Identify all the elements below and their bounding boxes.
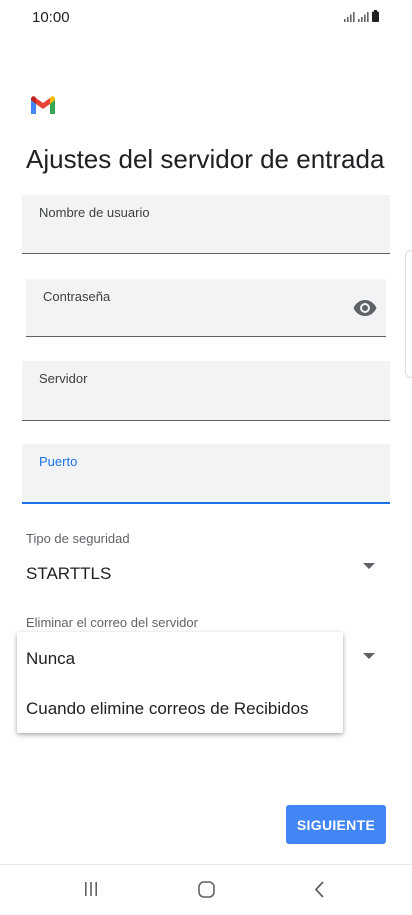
port-field[interactable]: Puerto	[22, 444, 390, 504]
delete-from-server-dropdown: Nunca Cuando elimine correos de Recibido…	[17, 632, 343, 733]
password-label: Contraseña	[43, 289, 111, 304]
password-field[interactable]: Contraseña	[26, 279, 386, 337]
status-bar: 10:00	[0, 0, 412, 36]
server-field[interactable]: Servidor	[22, 361, 390, 421]
chevron-down-icon[interactable]	[363, 653, 375, 659]
eye-icon[interactable]	[353, 299, 377, 317]
security-type-select[interactable]: STARTTLS	[26, 564, 111, 584]
security-type-label: Tipo de seguridad	[26, 531, 130, 546]
status-icons	[344, 10, 379, 22]
username-field[interactable]: Nombre de usuario	[22, 195, 390, 254]
gmail-icon	[31, 96, 55, 114]
server-label: Servidor	[39, 371, 88, 386]
dropdown-option-never[interactable]: Nunca	[26, 649, 75, 669]
navigation-bar	[0, 864, 412, 915]
home-icon[interactable]	[198, 881, 215, 898]
delete-from-server-label: Eliminar el correo del servidor	[26, 615, 198, 630]
page-title: Ajustes del servidor de entrada	[26, 144, 385, 174]
battery-icon	[372, 10, 379, 22]
scroll-handle[interactable]	[405, 250, 412, 378]
back-icon[interactable]	[313, 881, 327, 898]
chevron-down-icon[interactable]	[363, 563, 375, 569]
port-label: Puerto	[39, 454, 78, 469]
dropdown-option-when-deleted-from-inbox[interactable]: Cuando elimine correos de Recibidos	[26, 699, 309, 719]
username-label: Nombre de usuario	[39, 205, 150, 220]
status-time: 10:00	[32, 9, 70, 26]
signal-icon	[344, 12, 355, 22]
recent-apps-icon[interactable]	[83, 881, 99, 897]
signal-icon	[358, 12, 369, 22]
next-button[interactable]: SIGUIENTE	[286, 805, 386, 844]
